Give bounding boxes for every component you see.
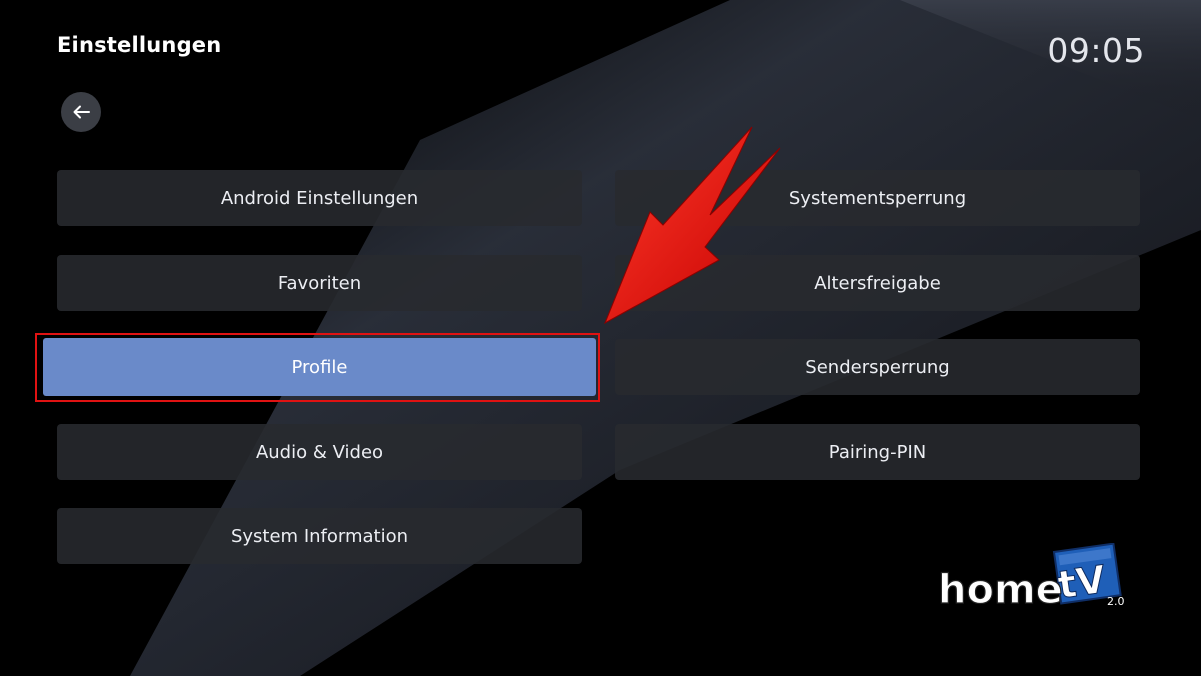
hometv-logo: home tV 2.0 [937,543,1125,613]
logo-text-home: home [938,567,1063,613]
logo-text-version: 2.0 [1107,595,1125,608]
logo-text-tv: tV [1055,557,1109,607]
settings-screen: Einstellungen 09:05 Android Einstellunge… [0,0,1201,676]
